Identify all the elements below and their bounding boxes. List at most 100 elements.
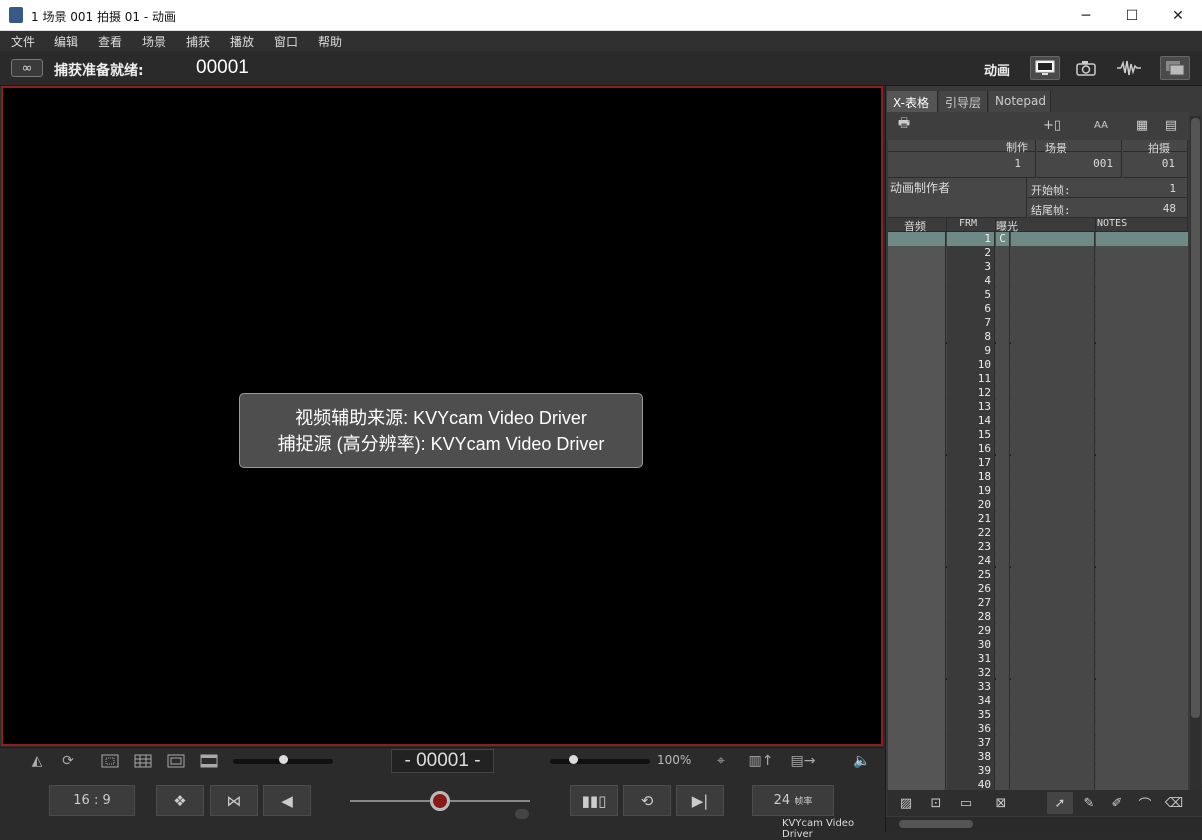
xsheet-row[interactable]: 33 — [888, 680, 1188, 694]
arrow-pointer-icon[interactable]: ➚ — [1047, 792, 1073, 814]
select-region-icon[interactable]: ⊡ — [923, 792, 949, 814]
audio-cell[interactable] — [888, 680, 946, 694]
audio-cell[interactable] — [888, 610, 946, 624]
menu-view[interactable]: 查看 — [98, 33, 122, 50]
scene-value[interactable]: 001 — [1037, 152, 1122, 178]
diamond-icon[interactable]: ❖ — [156, 785, 204, 816]
audio-cell[interactable] — [888, 456, 946, 470]
xsheet-row[interactable]: 35 — [888, 708, 1188, 722]
loop-icon[interactable]: ∞ — [11, 59, 43, 77]
xsheet-row[interactable]: 29 — [888, 624, 1188, 638]
texture-icon[interactable]: ▨ — [893, 792, 919, 814]
timeline-right-icon[interactable]: ▤→ — [786, 752, 820, 770]
xsheet-row[interactable]: 39 — [888, 764, 1188, 778]
audio-cell[interactable] — [888, 750, 946, 764]
exposure-cell[interactable] — [1011, 540, 1095, 554]
notes-cell[interactable] — [1096, 750, 1188, 764]
curve-icon[interactable]: ⌒ — [1132, 792, 1158, 814]
notes-cell[interactable] — [1096, 638, 1188, 652]
menu-window[interactable]: 窗口 — [274, 33, 298, 50]
record-knob[interactable] — [430, 791, 450, 811]
exposure-cell[interactable] — [1011, 442, 1095, 456]
xsheet-grid[interactable]: 1 C 2 3 4 5 6 7 8 9 10 11 12 13 14 15 16 17 18 19 20 21 22 23 24… — [888, 232, 1188, 790]
xsheet-scroll-thumb[interactable] — [1191, 118, 1200, 718]
toggle-switch-icon[interactable] — [515, 809, 529, 819]
overlay-view-icon[interactable] — [1160, 56, 1190, 80]
exposure-marker-cell[interactable] — [996, 652, 1010, 666]
notes-cell[interactable] — [1096, 302, 1188, 316]
exposure-marker-cell[interactable] — [996, 428, 1010, 442]
audio-cell[interactable] — [888, 708, 946, 722]
audio-cell[interactable] — [888, 568, 946, 582]
exposure-cell[interactable] — [1011, 400, 1095, 414]
notes-cell[interactable] — [1096, 652, 1188, 666]
tab-notepad[interactable]: Notepad — [989, 91, 1051, 112]
exposure-cell[interactable] — [1011, 246, 1095, 260]
exposure-marker-cell[interactable] — [996, 246, 1010, 260]
notes-cell[interactable] — [1096, 484, 1188, 498]
menu-playback[interactable]: 播放 — [230, 33, 254, 50]
notes-cell[interactable] — [1096, 722, 1188, 736]
xsheet-row[interactable]: 22 — [888, 526, 1188, 540]
menu-capture[interactable]: 捕获 — [186, 33, 210, 50]
exposure-marker-cell[interactable] — [996, 456, 1010, 470]
notes-cell[interactable] — [1096, 428, 1188, 442]
rotate-icon[interactable]: ⟳ — [57, 752, 79, 770]
exposure-cell[interactable] — [1011, 554, 1095, 568]
exposure-marker-cell[interactable] — [996, 288, 1010, 302]
audio-cell[interactable] — [888, 694, 946, 708]
exposure-cell[interactable] — [1011, 722, 1095, 736]
exposure-marker-cell[interactable] — [996, 694, 1010, 708]
production-value[interactable]: 1 — [888, 152, 1036, 178]
audio-waveform-icon[interactable] — [1114, 56, 1144, 80]
bowtie-icon[interactable]: ⋈ — [210, 785, 258, 816]
exposure-cell[interactable] — [1011, 666, 1095, 680]
exposure-marker-cell[interactable] — [996, 610, 1010, 624]
exposure-marker-cell[interactable] — [996, 722, 1010, 736]
exposure-marker-cell[interactable] — [996, 344, 1010, 358]
audio-cell[interactable] — [888, 358, 946, 372]
exposure-marker-cell[interactable] — [996, 638, 1010, 652]
audio-cell[interactable] — [888, 554, 946, 568]
audio-cell[interactable] — [888, 652, 946, 666]
xsheet-row[interactable]: 2 — [888, 246, 1188, 260]
xsheet-row[interactable]: 14 — [888, 414, 1188, 428]
notes-cell[interactable] — [1096, 554, 1188, 568]
exposure-marker-cell[interactable] — [996, 358, 1010, 372]
audio-cell[interactable] — [888, 596, 946, 610]
xsheet-vertical-scrollbar[interactable] — [1190, 116, 1201, 796]
safe-area-icon[interactable] — [99, 752, 121, 770]
exposure-cell[interactable] — [1011, 358, 1095, 372]
xsheet-row[interactable]: 31 — [888, 652, 1188, 666]
notes-cell[interactable] — [1096, 344, 1188, 358]
crosshair-icon[interactable]: ⌖ — [710, 752, 732, 770]
notes-cell[interactable] — [1096, 610, 1188, 624]
notes-cell[interactable] — [1096, 708, 1188, 722]
xsheet-row[interactable]: 7 — [888, 316, 1188, 330]
audio-cell[interactable] — [888, 246, 946, 260]
xsheet-row[interactable]: 37 — [888, 736, 1188, 750]
xsheet-hscroll-thumb[interactable] — [899, 820, 973, 828]
exposure-cell[interactable] — [1011, 638, 1095, 652]
menu-edit[interactable]: 编辑 — [54, 33, 78, 50]
exposure-marker-cell[interactable] — [996, 330, 1010, 344]
exposure-marker-cell[interactable] — [996, 372, 1010, 386]
xsheet-horizontal-scrollbar[interactable] — [886, 817, 1202, 832]
exposure-cell[interactable] — [1011, 484, 1095, 498]
add-column-icon[interactable]: +▯ — [1039, 114, 1065, 136]
exposure-cell[interactable] — [1011, 274, 1095, 288]
exposure-marker-cell[interactable] — [996, 400, 1010, 414]
exposure-cell[interactable] — [1011, 260, 1095, 274]
letterbox-icon[interactable] — [198, 752, 220, 770]
xsheet-row[interactable]: 13 — [888, 400, 1188, 414]
xsheet-row[interactable]: 34 — [888, 694, 1188, 708]
pencil-icon[interactable]: ✎ — [1076, 792, 1102, 814]
exposure-cell[interactable] — [1011, 316, 1095, 330]
frame-region-icon[interactable]: ▭ — [953, 792, 979, 814]
notes-cell[interactable] — [1096, 372, 1188, 386]
font-size-icon[interactable]: AA — [1088, 114, 1114, 136]
exposure-cell[interactable] — [1011, 652, 1095, 666]
exposure-cell[interactable] — [1011, 764, 1095, 778]
exposure-cell[interactable] — [1011, 428, 1095, 442]
menu-help[interactable]: 帮助 — [318, 33, 342, 50]
